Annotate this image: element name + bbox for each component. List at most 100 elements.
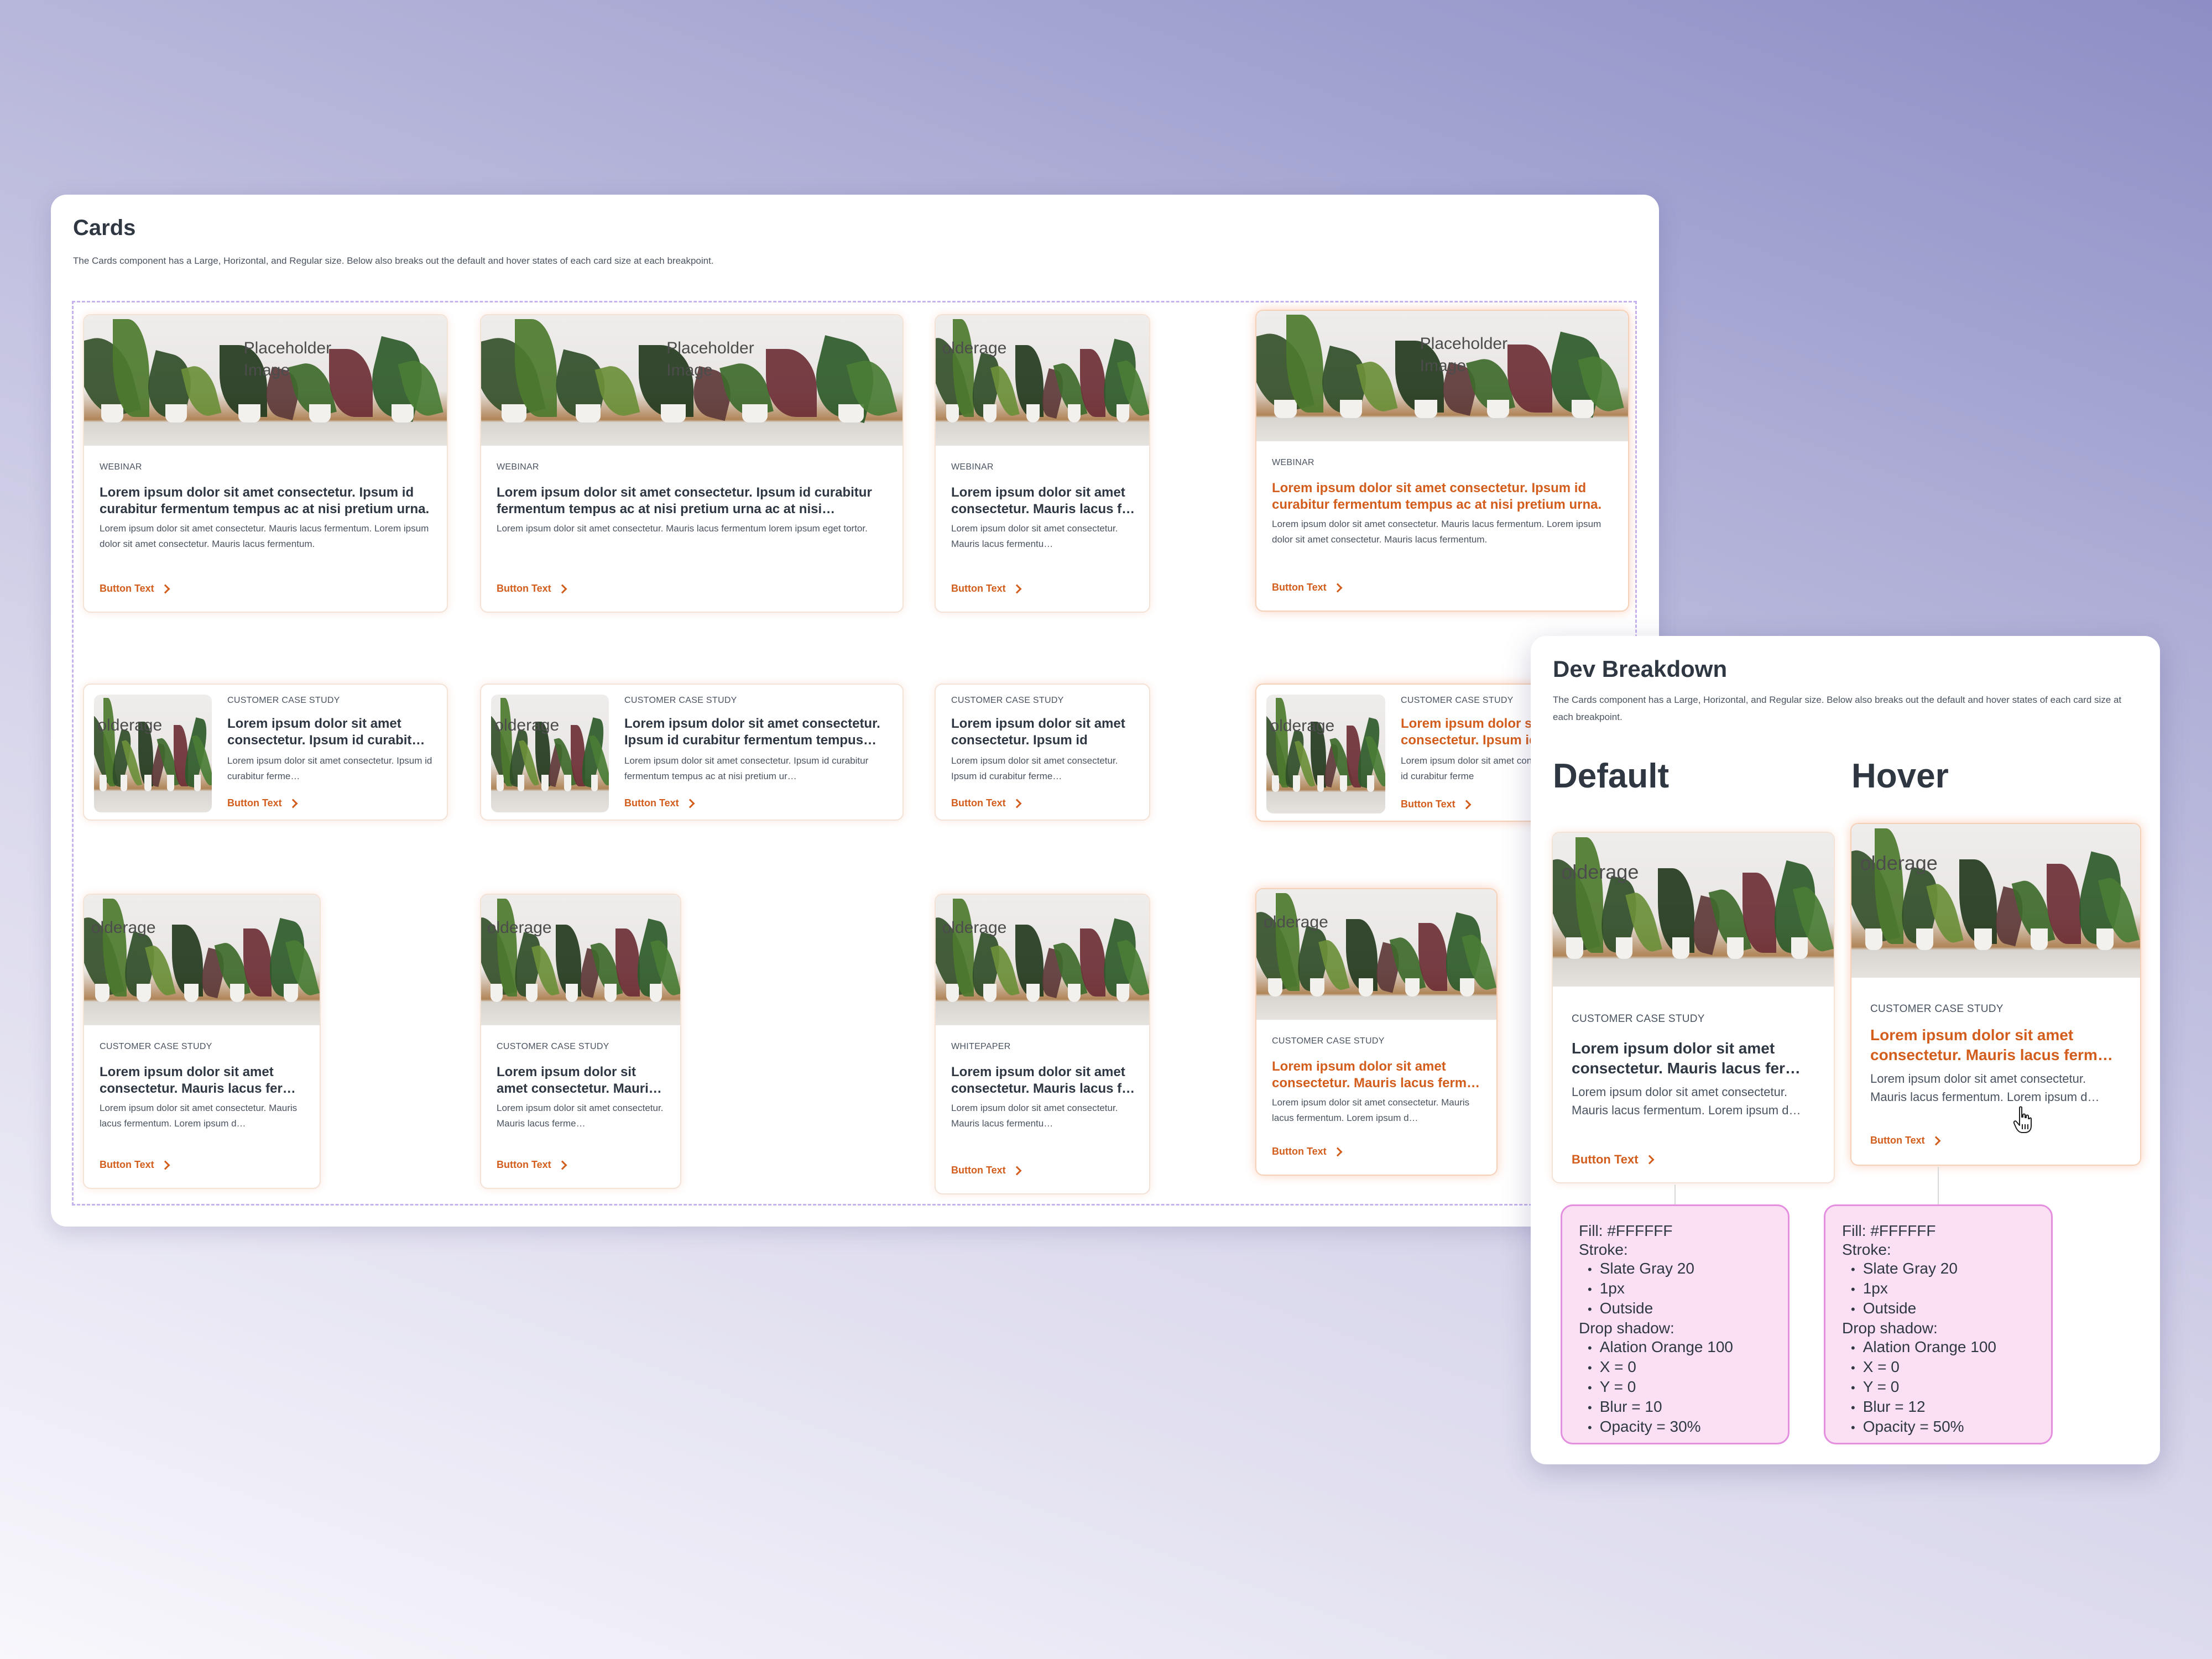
placeholder-image-label: olderage: [487, 919, 552, 937]
plant-pot: [194, 774, 201, 791]
card-button[interactable]: Button Text: [100, 1159, 170, 1171]
plant-pot: [1974, 928, 1992, 950]
plant-pot: [1272, 775, 1280, 792]
spec-item: Slate Gray 20: [1588, 1259, 1771, 1279]
card-title: Lorem ipsum dolor sit amet consectetur. …: [1572, 1040, 1801, 1077]
plant-pot: [1571, 399, 1594, 418]
chevron-right-icon: [1462, 800, 1472, 809]
card-tag: WEBINAR: [1272, 458, 1314, 467]
plant-pot: [392, 404, 414, 422]
page-title: Cards: [73, 216, 136, 240]
card-button[interactable]: Button Text: [951, 583, 1022, 594]
card-button[interactable]: Button Text: [1272, 1146, 1343, 1157]
large-card[interactable]: olderage WEBINAR Lorem ipsum dolor sit ame…: [935, 314, 1150, 613]
large-card[interactable]: Placeholder Image WEBINAR Lorem ipsum dolo…: [480, 314, 904, 613]
card-body: Lorem ipsum dolor sit amet consectetur. …: [1572, 1085, 1801, 1117]
card-button[interactable]: Button Text: [624, 797, 695, 809]
plant-pot: [1117, 983, 1130, 1002]
hover-state-card[interactable]: olderage CUSTOMER CASE STUDY Lorem ipsum d…: [1850, 823, 2141, 1166]
horizontal-card[interactable]: olderageCUSTOMER CASE STUDYLorem ipsum d…: [935, 684, 1150, 821]
card-button[interactable]: Button Text: [100, 583, 170, 594]
large-card[interactable]: Placeholder Image WEBINAR Lorem ipsum dolo…: [1255, 310, 1629, 612]
card-button[interactable]: Button Text: [497, 1159, 567, 1171]
plant-pot: [165, 404, 187, 422]
plant-pot: [1026, 404, 1040, 422]
placeholder-image-label: olderage: [1860, 852, 1938, 875]
placeholder-image: Placeholder Image: [1256, 311, 1628, 441]
plant-pot: [564, 774, 571, 791]
card-button-label: Button Text: [951, 797, 1006, 808]
spec-item: X = 0: [1851, 1358, 2034, 1378]
plant-pot: [1791, 937, 1808, 959]
plant-pot: [1274, 399, 1297, 418]
card-body: Lorem ipsum dolor sit amet consectetur. …: [1870, 1072, 2100, 1104]
plant-pot: [95, 983, 109, 1002]
placeholder-image-label: olderage: [942, 919, 1007, 937]
horizontal-card[interactable]: olderageCUSTOMER CASE STUDYLorem ipsum d…: [480, 684, 904, 821]
placeholder-image: olderage: [481, 895, 680, 1025]
card-button[interactable]: Button Text: [951, 797, 1022, 809]
dev-title: Dev Breakdown: [1553, 656, 1728, 682]
plant-pot: [144, 774, 152, 791]
placeholder-image-label: olderage: [1561, 860, 1639, 884]
default-state-card[interactable]: olderage CUSTOMER CASE STUDY Lorem ipsum d…: [1552, 832, 1835, 1183]
card-button[interactable]: Button Text: [951, 1165, 1022, 1176]
card-tag: WEBINAR: [100, 462, 142, 472]
spec-item: Outside: [1851, 1299, 2034, 1319]
card-button[interactable]: Button Text: [1870, 1135, 1941, 1146]
card-tag: WHITEPAPER: [951, 1042, 1011, 1051]
plant-pot: [591, 774, 598, 791]
spec-item: Y = 0: [1851, 1378, 2034, 1397]
chevron-right-icon: [1931, 1136, 1941, 1145]
plant-pot: [2030, 928, 2048, 950]
card-button[interactable]: Button Text: [227, 797, 298, 809]
placeholder-image: Placeholder Image: [84, 315, 447, 446]
placeholder-image-label: Placeholder Image: [1420, 335, 1508, 375]
plant-pot: [497, 774, 504, 791]
chevron-right-icon: [1333, 1147, 1343, 1156]
plant-pot: [1672, 937, 1689, 959]
plant-pot: [1367, 775, 1375, 792]
card-button[interactable]: Button Text: [1401, 799, 1472, 810]
plant-pot: [1615, 937, 1633, 959]
regular-card[interactable]: olderage CUSTOMER CASE STUDY Lorem ipsum d…: [83, 894, 321, 1189]
card-tag: CUSTOMER CASE STUDY: [1401, 696, 1514, 705]
card-title: Lorem ipsum dolor sit amet consectetur. …: [497, 485, 872, 517]
plant-leaf: [594, 361, 640, 421]
large-card[interactable]: Placeholder Image WEBINAR Lorem ipsum dolo…: [83, 314, 448, 613]
card-body: Lorem ipsum dolor sit amet consectetur. …: [100, 523, 429, 549]
card-tag: CUSTOMER CASE STUDY: [1272, 1036, 1385, 1046]
card-button-label: Button Text: [100, 583, 154, 594]
spec-item: Alation Orange 100: [1588, 1338, 1771, 1358]
plant-pot: [983, 983, 997, 1002]
chevron-right-icon: [557, 1160, 567, 1170]
placeholder-image: olderage: [1553, 833, 1834, 987]
chevron-right-icon: [1012, 799, 1022, 808]
card-button[interactable]: Button Text: [1272, 582, 1343, 593]
regular-card[interactable]: olderage CUSTOMER CASE STUDY Lorem ipsum d…: [1255, 888, 1498, 1176]
card-tag: WEBINAR: [951, 462, 994, 472]
plant-pot: [517, 774, 525, 791]
default-heading: Default: [1553, 757, 1670, 795]
plant-pot: [309, 404, 331, 422]
card-button[interactable]: Button Text: [1572, 1152, 1655, 1167]
plant-pot: [983, 404, 997, 422]
plant-pot: [838, 404, 864, 422]
card-button-label: Button Text: [1272, 1146, 1327, 1157]
chevron-right-icon: [557, 584, 567, 593]
spec-shadow-label: Drop shadow:: [1842, 1319, 1938, 1337]
card-button-label: Button Text: [951, 1165, 1006, 1176]
horizontal-card[interactable]: olderageCUSTOMER CASE STUDYLorem ipsum d…: [83, 684, 448, 821]
regular-card[interactable]: olderage CUSTOMER CASE STUDY Lorem ipsum d…: [480, 894, 681, 1189]
card-tag: CUSTOMER CASE STUDY: [951, 696, 1064, 705]
plant-pot: [650, 983, 662, 1002]
hover-spec-note: Fill: #FFFFFF Stroke:Slate Gray 201pxOuts…: [1824, 1204, 2053, 1444]
default-spec-note: Fill: #FFFFFF Stroke:Slate Gray 201pxOuts…: [1561, 1204, 1790, 1444]
placeholder-image-label: olderage: [97, 716, 163, 735]
placeholder-image-label: olderage: [91, 919, 156, 937]
spec-item: Slate Gray 20: [1851, 1259, 2034, 1279]
plant-pot: [1415, 399, 1437, 418]
regular-card[interactable]: olderage WHITEPAPER Lorem ipsum dolor sit …: [935, 894, 1150, 1194]
plant-pot: [1916, 928, 1934, 950]
card-button[interactable]: Button Text: [497, 583, 567, 594]
